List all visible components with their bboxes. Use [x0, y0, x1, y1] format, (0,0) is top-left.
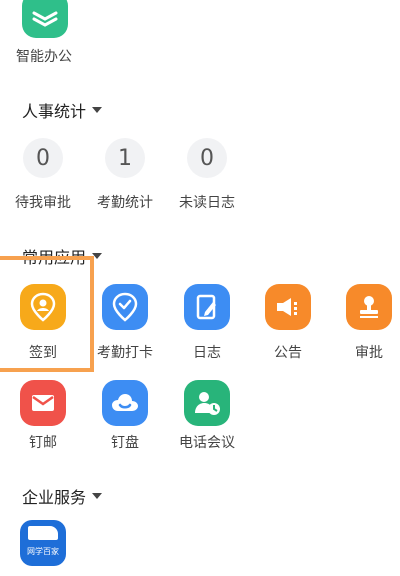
app-label: 电话会议: [179, 435, 235, 451]
enterprise-app-text: 网学百家: [27, 547, 59, 556]
enterprise-header[interactable]: 企业服务: [22, 484, 103, 508]
app-logs[interactable]: [184, 284, 230, 330]
cloud-drive-icon: [102, 380, 148, 426]
notebook-pen-icon: [184, 284, 230, 330]
stat-value: 0: [23, 138, 63, 178]
app-label: 日志: [193, 345, 221, 361]
caret-down-icon: [92, 107, 103, 113]
phone-meeting-icon: [184, 380, 230, 426]
app-label: 钉盘: [111, 435, 139, 451]
stamp-icon: [346, 284, 392, 330]
enterprise-title: 企业服务: [22, 488, 87, 507]
book-icon: [28, 526, 58, 540]
check-pin-icon: [102, 284, 148, 330]
app-attendance-punch[interactable]: [102, 284, 148, 330]
hr-stats-title: 人事统计: [22, 102, 87, 121]
app-label: 考勤打卡: [97, 345, 153, 361]
app-label: 审批: [355, 345, 383, 361]
location-pin-icon: [20, 284, 66, 330]
enterprise-app-wangxue[interactable]: 网学百家: [20, 520, 66, 566]
app-label: 公告: [274, 345, 302, 361]
stat-label: 考勤统计: [97, 195, 153, 211]
smart-office-label: 智能办公: [16, 49, 72, 65]
hr-stats-header[interactable]: 人事统计: [22, 98, 103, 122]
stat-label: 未读日志: [179, 195, 235, 211]
app-ding-mail[interactable]: [20, 380, 66, 426]
smart-office-icon: [22, 0, 68, 38]
stat-unread-logs[interactable]: 0: [184, 138, 230, 178]
stat-label: 待我审批: [15, 195, 71, 211]
app-approval[interactable]: [346, 284, 392, 330]
stat-value: 0: [187, 138, 227, 178]
stat-attendance[interactable]: 1: [102, 138, 148, 178]
stat-pending-approval[interactable]: 0: [20, 138, 66, 178]
stat-value: 1: [105, 138, 145, 178]
app-phone-meeting[interactable]: [184, 380, 230, 426]
app-ding-drive[interactable]: [102, 380, 148, 426]
app-label: 钉邮: [29, 435, 57, 451]
envelope-icon: [20, 380, 66, 426]
megaphone-icon: [265, 284, 311, 330]
app-checkin[interactable]: [20, 284, 66, 330]
caret-down-icon: [92, 493, 103, 499]
app-announcement[interactable]: [265, 284, 311, 330]
smart-office-app[interactable]: [22, 0, 68, 40]
app-label: 签到: [29, 345, 57, 361]
